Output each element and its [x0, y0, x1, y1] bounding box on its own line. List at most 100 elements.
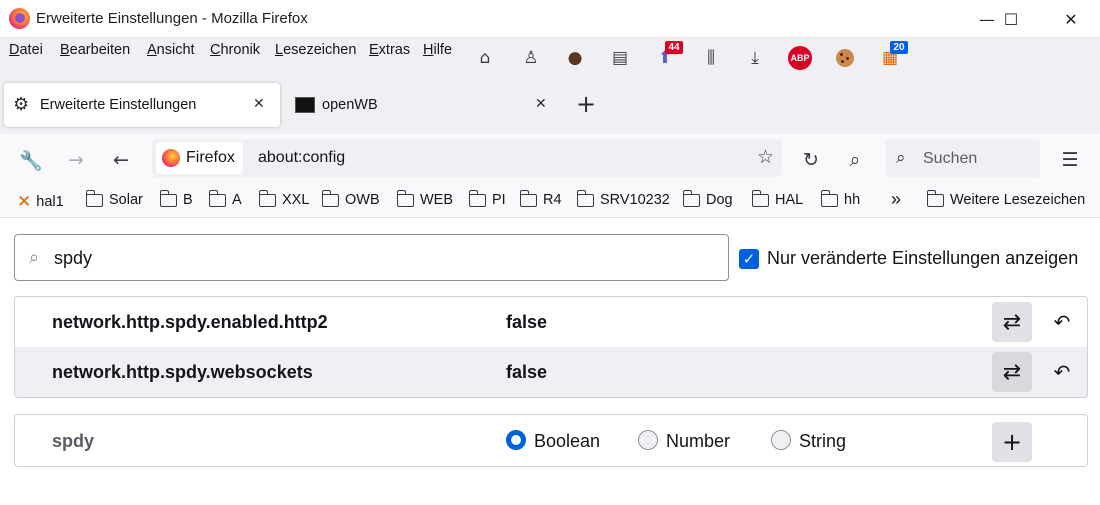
menu-bearbeiten[interactable]: Bearbeiten: [60, 42, 130, 58]
reader-sidebar-icon[interactable]: ▤: [608, 46, 632, 70]
pref-value[interactable]: false: [506, 362, 547, 383]
folder-icon: [682, 189, 700, 207]
bookmark-star-icon[interactable]: ☆: [757, 146, 774, 168]
close-tab-button[interactable]: ✕: [253, 96, 265, 112]
folder-icon: [258, 189, 276, 207]
home-icon[interactable]: ⌂: [473, 46, 497, 70]
bookmark-folder-xxl[interactable]: XXL: [258, 189, 309, 208]
identity-label: Firefox: [186, 149, 235, 166]
menu-chronik[interactable]: Chronik: [210, 42, 260, 58]
extension-avatar-icon[interactable]: ●: [563, 46, 587, 70]
add-pref-row: spdy Boolean Number String +: [14, 414, 1088, 467]
cookie-icon[interactable]: [833, 46, 857, 70]
search-icon: ⌕: [29, 247, 40, 268]
bookmarks-overflow-chevron-icon[interactable]: »: [891, 189, 901, 210]
folder-icon: [926, 189, 944, 207]
close-window-button[interactable]: ✕: [1048, 0, 1094, 38]
radio-string[interactable]: [771, 430, 791, 450]
bookmark-folder-weitere-lesezeichen[interactable]: Weitere Lesezeichen: [926, 189, 1085, 208]
bookmark-folder-hal[interactable]: HAL: [751, 189, 803, 208]
search-placeholder: Suchen: [923, 150, 978, 167]
folder-icon: [519, 189, 537, 207]
new-tab-button[interactable]: +: [576, 90, 596, 118]
bookmark-folder-srv10232[interactable]: SRV10232: [576, 189, 670, 208]
tab-strip: ⚙ Erweiterte Einstellungen ✕ openWB ✕ +: [0, 78, 1100, 134]
folder-icon: [576, 189, 594, 207]
folder-icon: [468, 189, 486, 207]
firefox-logo-icon: [162, 149, 180, 167]
badge-count: 44: [665, 41, 683, 54]
menu-ansicht[interactable]: Ansicht: [147, 42, 195, 58]
menu-hilfe[interactable]: Hilfe: [423, 42, 452, 58]
window-title: Erweiterte Einstellungen - Mozilla Firef…: [36, 10, 308, 27]
bookmark-folder-b[interactable]: B: [159, 189, 193, 208]
add-pref-button[interactable]: +: [992, 422, 1032, 462]
bookmark-hal1[interactable]: ✕ hal1: [17, 192, 64, 212]
folder-icon: [85, 189, 103, 207]
identity-box[interactable]: Firefox: [156, 142, 243, 174]
url-bar[interactable]: Firefox about:config ☆: [152, 139, 782, 177]
reset-button[interactable]: ↶: [1048, 308, 1076, 336]
radio-string-label[interactable]: String: [799, 431, 846, 452]
menu-lesezeichen[interactable]: Lesezeichen: [275, 42, 356, 58]
adblock-plus-icon[interactable]: ABP: [788, 46, 812, 70]
pref-search-input[interactable]: ⌕ spdy: [14, 234, 729, 281]
toggle-button[interactable]: ⇄: [992, 302, 1032, 342]
maximize-button[interactable]: ☐: [988, 0, 1034, 38]
new-pref-name: spdy: [52, 431, 95, 451]
radio-number[interactable]: [638, 430, 658, 450]
pref-name: network.http.spdy.websockets: [52, 362, 313, 382]
forward-button[interactable]: →: [62, 146, 90, 174]
pref-value[interactable]: false: [506, 312, 547, 333]
toggle-button[interactable]: ⇄: [992, 352, 1032, 392]
tab-openwb[interactable]: openWB ✕: [290, 83, 552, 127]
arrow-up-extension-icon[interactable]: ⬆ 44: [653, 41, 683, 70]
downloads-icon[interactable]: ⤓: [743, 46, 767, 70]
folder-icon: [208, 189, 226, 207]
search-bar[interactable]: ⌕ Suchen: [886, 139, 1040, 177]
menu-extras[interactable]: Extras: [369, 42, 410, 58]
bookmark-folder-owb[interactable]: OWB: [321, 189, 380, 208]
reload-icon[interactable]: ↻: [797, 146, 825, 174]
bookmark-folder-a[interactable]: A: [208, 189, 242, 208]
bookmark-folder-hh[interactable]: hh: [820, 189, 860, 208]
folder-icon: [820, 189, 838, 207]
pref-name: network.http.spdy.enabled.http2: [52, 312, 328, 332]
hamburger-menu-icon[interactable]: ☰: [1056, 146, 1084, 174]
folder-icon: [396, 189, 414, 207]
search-icon[interactable]: ⌕: [841, 146, 869, 174]
title-bar: Erweiterte Einstellungen - Mozilla Firef…: [0, 0, 1100, 38]
bookmark-folder-r4[interactable]: R4: [519, 189, 562, 208]
tab-label: Erweiterte Einstellungen: [40, 97, 197, 113]
gear-icon: ⚙: [13, 94, 30, 115]
prefs-table: network.http.spdy.enabled.http2 false ⇄ …: [14, 296, 1088, 398]
radio-number-label[interactable]: Number: [666, 431, 730, 452]
folder-icon: [159, 189, 177, 207]
library-icon[interactable]: ⫼: [699, 46, 723, 70]
navigation-bar: 🔧 → ← Firefox about:config ☆ ↻ ⌕ ⌕ Suche…: [0, 134, 1100, 186]
bookmark-folder-dog[interactable]: Dog: [682, 189, 733, 208]
menu-bar: Datei Bearbeiten Ansicht Chronik Lesezei…: [0, 38, 1100, 78]
radio-boolean-label[interactable]: Boolean: [534, 431, 600, 452]
modified-only-checkbox[interactable]: ✓: [739, 249, 759, 269]
search-icon: ⌕: [896, 148, 906, 168]
bookmark-folder-solar[interactable]: Solar: [85, 189, 143, 208]
tab-erweiterte-einstellungen[interactable]: ⚙ Erweiterte Einstellungen ✕: [4, 83, 280, 127]
openwb-favicon: [295, 97, 315, 113]
hal-x-icon: ✕: [17, 192, 32, 212]
calendar-extension-icon[interactable]: ▦ 20: [878, 41, 908, 70]
table-row: network.http.spdy.enabled.http2 false ⇄ …: [15, 297, 1087, 347]
reset-button[interactable]: ↶: [1048, 358, 1076, 386]
close-tab-button[interactable]: ✕: [535, 96, 547, 112]
bookmark-folder-web[interactable]: WEB: [396, 189, 453, 208]
wrench-icon[interactable]: 🔧: [17, 146, 45, 174]
radio-boolean[interactable]: [506, 430, 526, 450]
back-button[interactable]: ←: [107, 146, 135, 174]
bookmark-folder-pi[interactable]: PI: [468, 189, 506, 208]
table-row: network.http.spdy.websockets false ⇄ ↶: [15, 347, 1087, 397]
url-text[interactable]: about:config: [258, 149, 345, 167]
extension-character-icon[interactable]: ♙: [519, 46, 543, 70]
modified-only-label[interactable]: Nur veränderte Einstellungen anzeigen: [767, 248, 1078, 269]
folder-icon: [751, 189, 769, 207]
menu-datei[interactable]: Datei: [9, 42, 43, 58]
